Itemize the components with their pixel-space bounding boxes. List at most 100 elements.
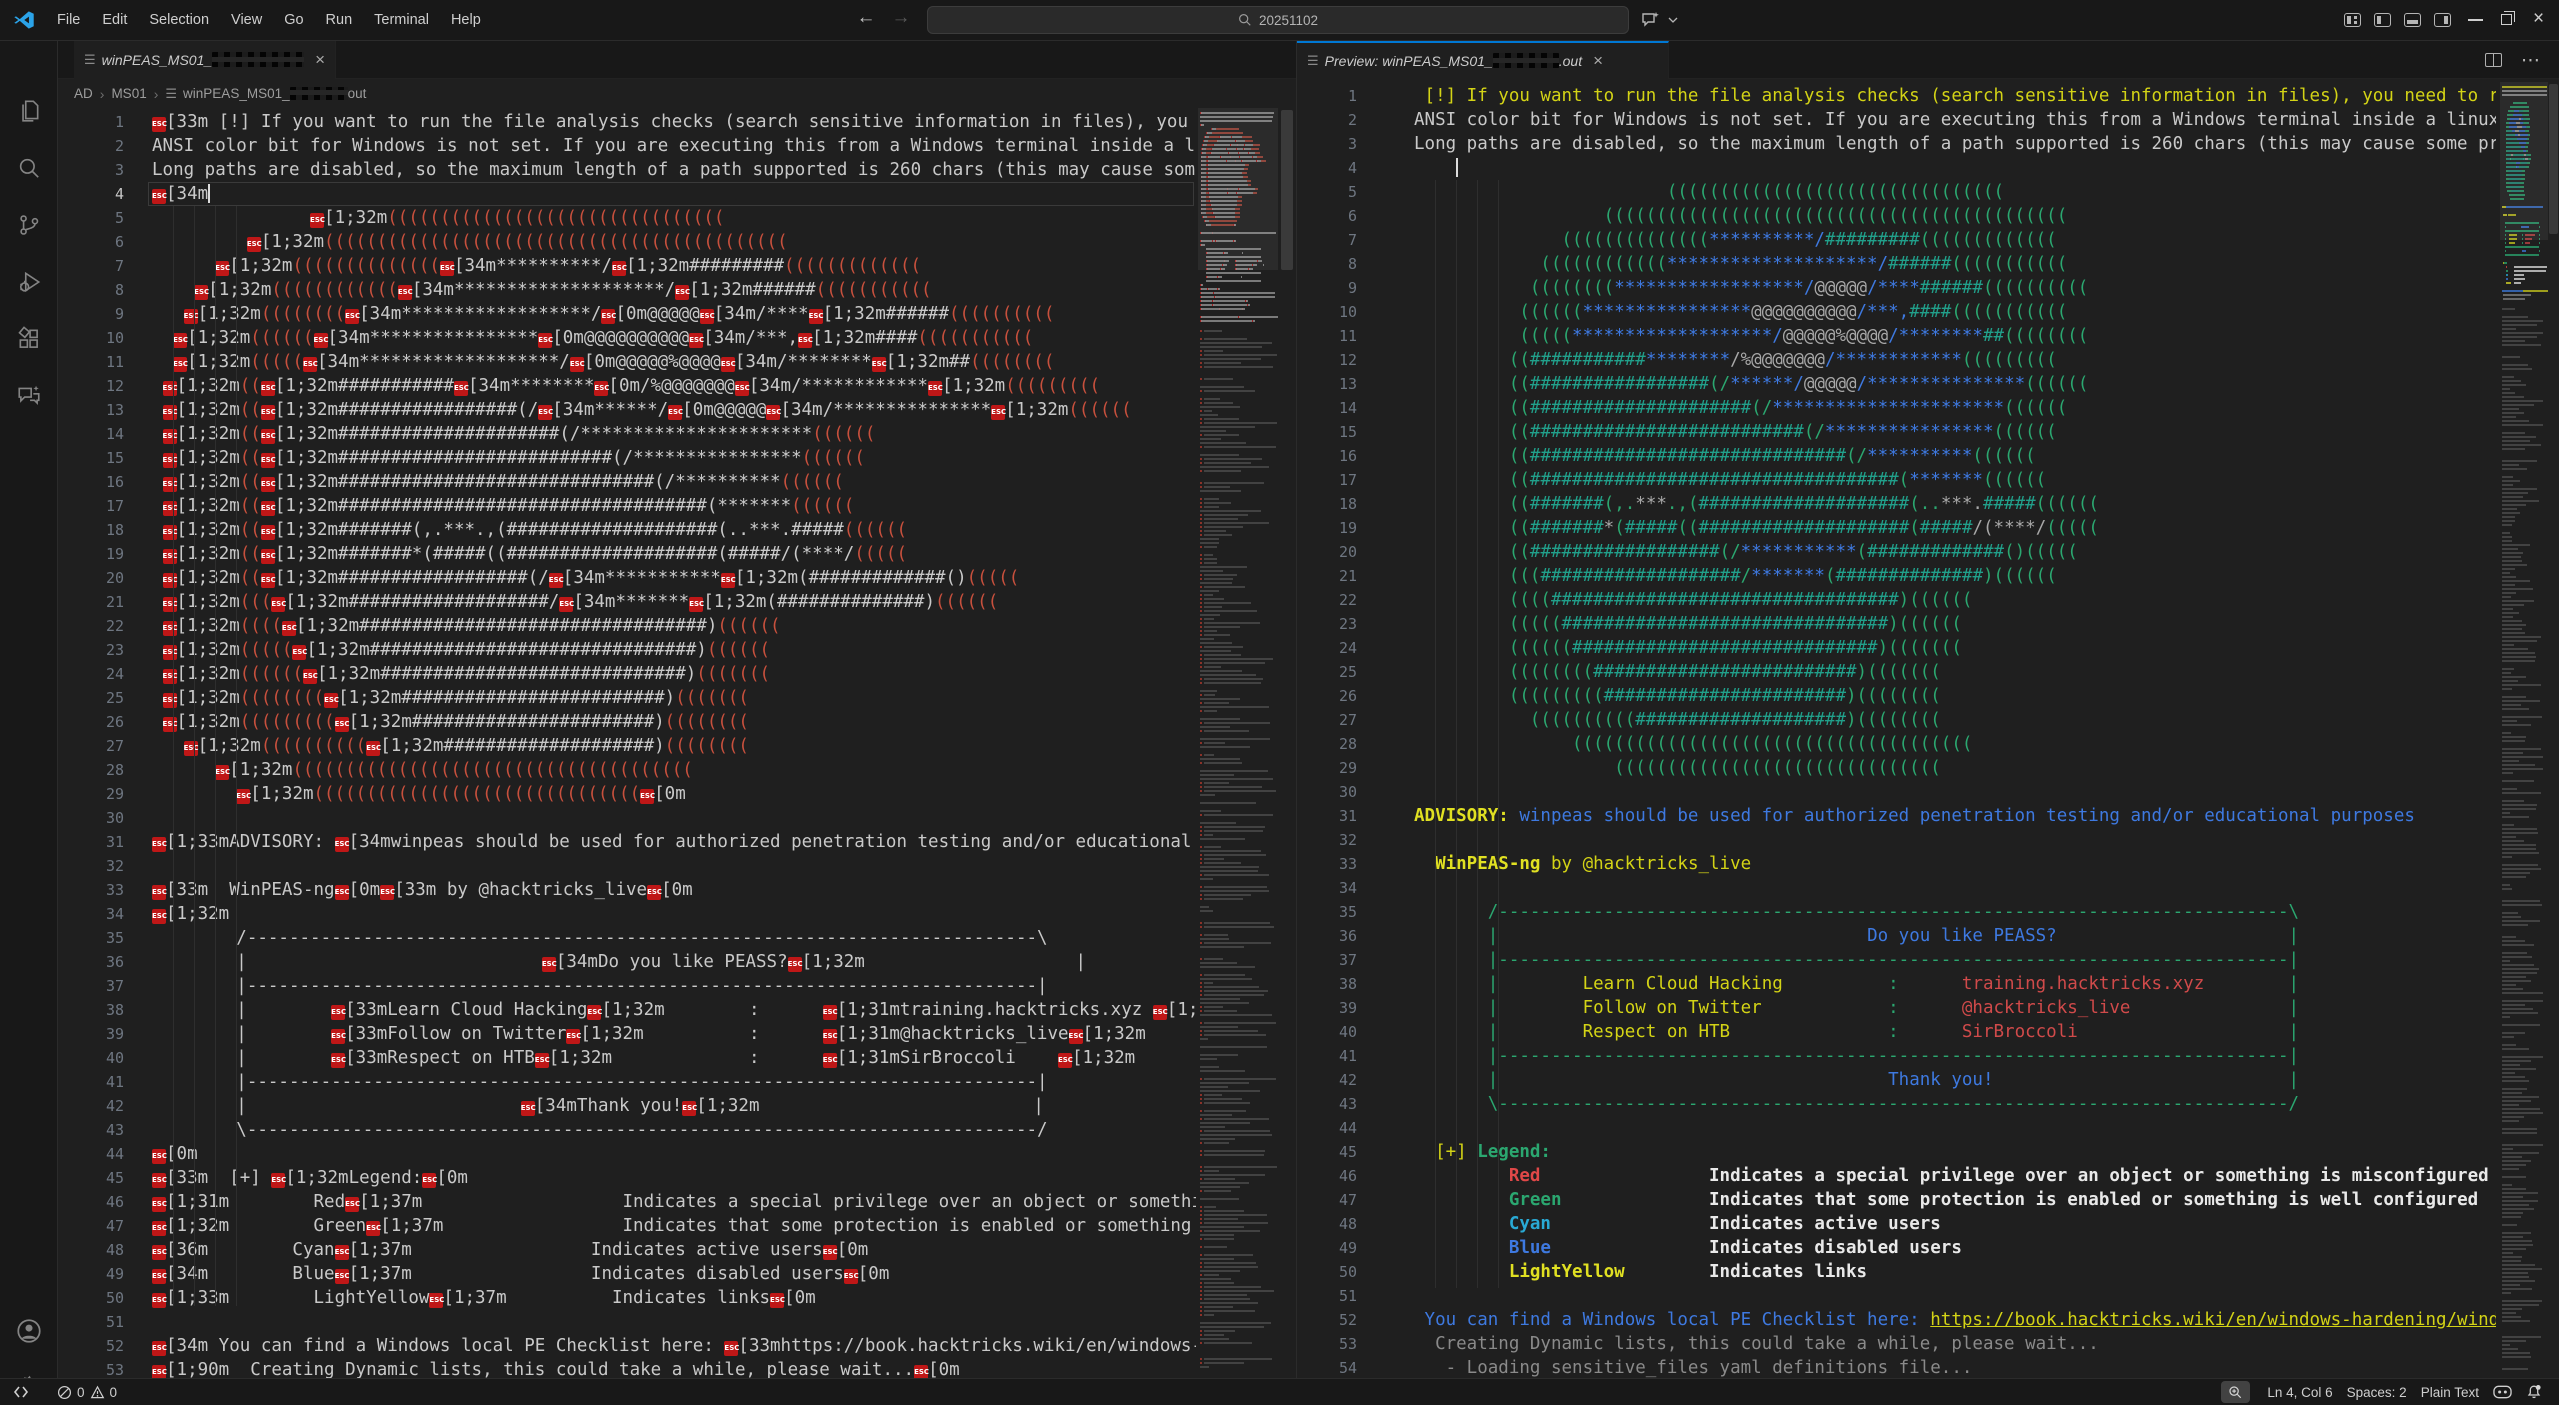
code-line — [1414, 1284, 2496, 1308]
escape-char-badge: ESC — [163, 525, 177, 540]
left-scrollbar[interactable] — [1281, 110, 1293, 270]
code-line: ((#######(,.***.,(####################(.… — [1414, 492, 2496, 516]
escape-char-badge: ESC — [261, 453, 275, 468]
menu-bar: FileEditSelectionViewGoRunTerminalHelp — [46, 0, 492, 41]
customize-layout-icon[interactable] — [2344, 13, 2361, 27]
escape-char-badge: ESC — [152, 1245, 166, 1260]
indent-guide — [215, 206, 216, 1306]
code-line: | Learn Cloud Hacking : training.hacktri… — [1414, 972, 2496, 996]
escape-char-badge: ESC — [261, 381, 275, 396]
close-tab-icon[interactable]: × — [315, 50, 325, 70]
minimap-viewport[interactable] — [1198, 108, 1278, 270]
tab-winpeas-raw[interactable]: ☰ winPEAS_MS01_ × — [74, 41, 336, 79]
breadcrumb-item[interactable]: AD — [74, 86, 93, 101]
more-actions-icon[interactable]: ⋯ — [2521, 49, 2540, 72]
code-line: ((#######*(#####((####################(#… — [1414, 516, 2496, 540]
code-line: ((((((((((((((((((((((((((((((( — [1414, 756, 2496, 780]
menu-go[interactable]: Go — [273, 0, 314, 41]
escape-char-badge: ESC — [163, 669, 177, 684]
toggle-secondary-sidebar-icon[interactable] — [2434, 13, 2451, 27]
escape-char-badge: ESC — [152, 1221, 166, 1236]
restore-icon[interactable] — [2501, 14, 2512, 25]
search-icon[interactable] — [11, 150, 47, 186]
escape-char-badge: ESC — [454, 381, 468, 396]
code-line — [152, 806, 1196, 830]
breadcrumb-file[interactable]: winPEAS_MS01_out — [183, 86, 366, 101]
redacted-text — [212, 52, 304, 67]
code-line: ESC[36m CyanESC[1;37m Indicates active u… — [152, 1238, 1196, 1262]
code-line: ((((#################################)((… — [1414, 588, 2496, 612]
tab-winpeas-preview[interactable]: ☰ Preview: winPEAS_MS01_.out × — [1297, 41, 1669, 79]
menu-selection[interactable]: Selection — [138, 0, 220, 41]
source-control-icon[interactable] — [11, 207, 47, 243]
forward-arrow-icon[interactable]: → — [888, 7, 914, 29]
indentation-setting[interactable]: Spaces: 2 — [2340, 1379, 2414, 1405]
split-editor-icon[interactable] — [2485, 53, 2502, 67]
code-line: ESC[33m [+] ESC[1;32mLegend:ESC[0m — [152, 1166, 1196, 1190]
menu-run[interactable]: Run — [315, 0, 364, 41]
code-line: [!] If you want to run the file analysis… — [1414, 84, 2496, 108]
account-icon[interactable] — [11, 1313, 47, 1349]
preview-scrollbar[interactable] — [2549, 84, 2558, 234]
escape-char-badge: ESC — [261, 429, 275, 444]
escape-char-badge: ESC — [798, 333, 812, 348]
notifications[interactable] — [2519, 1379, 2549, 1405]
code-line: You can find a Windows local PE Checklis… — [1414, 1308, 2496, 1332]
code-line: ESC[1;32m((((ESC[1;32m##################… — [152, 614, 1196, 638]
menu-view[interactable]: View — [220, 0, 273, 41]
copilot-chat-icon[interactable] — [1641, 11, 1661, 29]
code-line: ((((((((#########################)((((((… — [1414, 660, 2496, 684]
menu-edit[interactable]: Edit — [91, 0, 138, 41]
escape-char-badge: ESC — [152, 1197, 166, 1212]
error-count: 0 — [77, 1385, 85, 1400]
toggle-primary-sidebar-icon[interactable] — [2374, 13, 2391, 27]
problems-indicator[interactable]: 0 0 — [50, 1379, 124, 1405]
ansi-preview-content[interactable]: [!] If you want to run the file analysis… — [1414, 84, 2496, 1378]
escape-char-badge: ESC — [310, 213, 324, 228]
cursor-position[interactable]: Ln 4, Col 6 — [2260, 1379, 2339, 1405]
language-mode[interactable]: Plain Text — [2414, 1379, 2486, 1405]
escape-char-badge: ESC — [700, 309, 714, 324]
code-line: (((###################/*******(#########… — [1414, 564, 2496, 588]
menu-file[interactable]: File — [46, 0, 91, 41]
menu-terminal[interactable]: Terminal — [363, 0, 440, 41]
code-line: ESC[1;32m((((((((ESC[34m****************… — [152, 302, 1196, 326]
explorer-icon[interactable] — [11, 93, 47, 129]
code-line: ESC[34m You can find a Windows local PE … — [152, 1334, 1196, 1358]
left-minimap[interactable] — [1198, 108, 1278, 1376]
run-debug-icon[interactable] — [11, 264, 47, 300]
code-line: | ESC[34mThank you!ESC[1;32m | — [152, 1094, 1196, 1118]
close-icon[interactable]: × — [2533, 8, 2544, 30]
escape-char-badge: ESC — [682, 1101, 696, 1116]
escape-char-badge: ESC — [271, 1173, 285, 1188]
escape-char-badge: ESC — [991, 405, 1005, 420]
minimap-viewport[interactable] — [2500, 82, 2548, 240]
escape-char-badge: ESC — [559, 597, 573, 612]
preview-minimap[interactable] — [2500, 82, 2548, 1378]
extensions-icon[interactable] — [11, 321, 47, 357]
code-line: | ESC[34mDo you like PEASS?ESC[1;32m | — [152, 950, 1196, 974]
escape-char-badge: ESC — [303, 669, 317, 684]
escape-char-badge: ESC — [928, 381, 942, 396]
chat-icon[interactable] — [11, 378, 47, 414]
code-line: - Loading sensitive_files yaml definitio… — [1414, 1356, 2496, 1378]
menu-help[interactable]: Help — [440, 0, 492, 41]
escape-char-badge: ESC — [335, 1269, 349, 1284]
close-tab-icon[interactable]: × — [1593, 51, 1603, 71]
escape-char-badge: ESC — [429, 1293, 443, 1308]
back-arrow-icon[interactable]: ← — [853, 7, 879, 29]
breadcrumb-item[interactable]: MS01 — [111, 86, 146, 101]
text-cursor — [208, 184, 210, 203]
minimize-icon[interactable] — [2468, 19, 2483, 21]
remote-indicator[interactable] — [6, 1379, 36, 1405]
code-line: ((((((((******************/@@@@@/****###… — [1414, 276, 2496, 300]
tab-title: Preview: winPEAS_MS01_ — [1325, 53, 1493, 69]
raw-editor-content[interactable]: ESC[33m [!] If you want to run the file … — [152, 110, 1196, 1378]
code-line: ESC[1;32m(((((ESC[1;32m#################… — [152, 638, 1196, 662]
zoom-indicator[interactable] — [2221, 1381, 2250, 1403]
copilot-status[interactable] — [2486, 1379, 2519, 1405]
command-center-search[interactable]: 20251102 — [927, 6, 1629, 34]
code-line: ESC[1;32m((ESC[1;32m####################… — [152, 422, 1196, 446]
chevron-down-icon[interactable] — [1668, 16, 1678, 24]
toggle-panel-icon[interactable] — [2404, 13, 2421, 27]
